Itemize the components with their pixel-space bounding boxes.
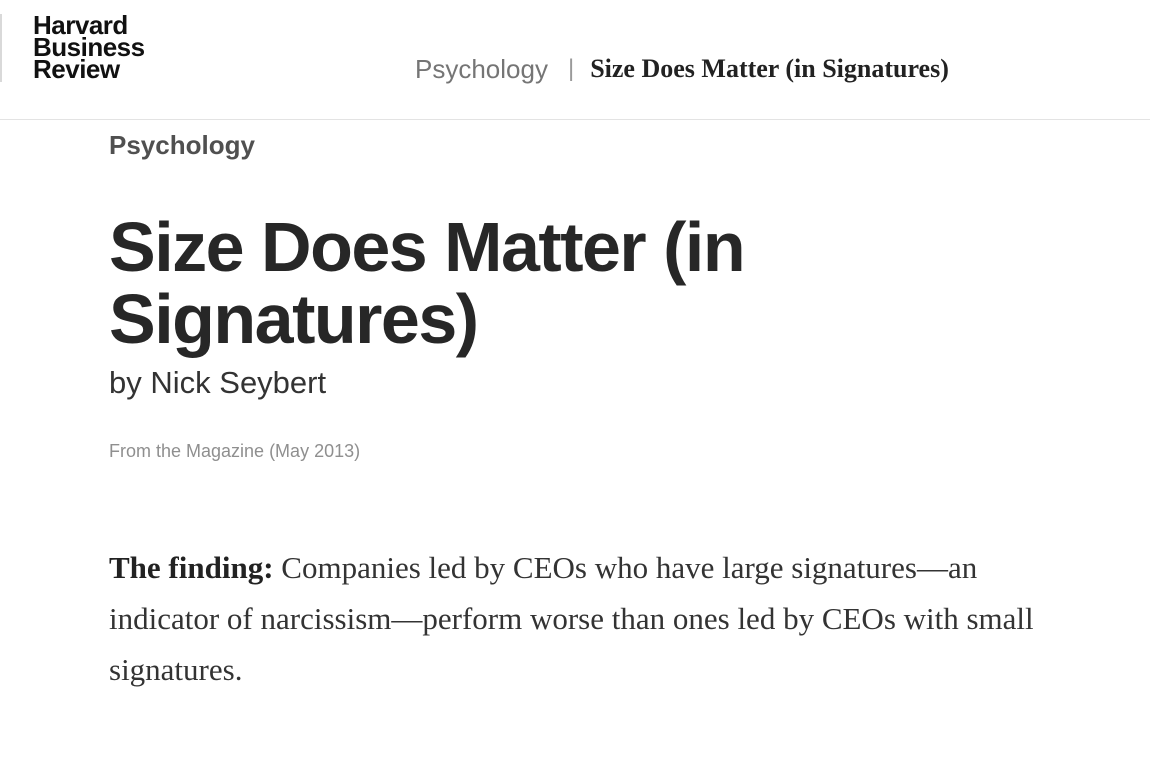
breadcrumb-article-title: Size Does Matter (in Signatures) [590, 54, 949, 83]
header-divider [0, 14, 2, 82]
breadcrumb-topic-link[interactable]: Psychology [415, 54, 548, 85]
byline-prefix: by [109, 365, 142, 400]
breadcrumb: Psychology | Size Does Matter (in Signat… [415, 52, 949, 86]
article-byline: by Nick Seybert [109, 363, 1089, 403]
author-link[interactable]: Nick Seybert [150, 365, 326, 400]
hbr-logo[interactable]: Harvard Business Review [33, 12, 145, 82]
article-headline: Size Does Matter (in Signatures) [109, 208, 746, 358]
article-topic-link[interactable]: Psychology [109, 130, 255, 161]
magazine-issue-label: From the Magazine (May 2013) [109, 441, 361, 461]
article: Psychology Size Does Matter (in Signatur… [109, 130, 1089, 777]
finding-label: The finding: [109, 550, 274, 585]
article-next-paragraph-cut-off [109, 737, 1089, 777]
breadcrumb-separator: | [567, 55, 575, 82]
site-header: Harvard Business Review Psychology | Siz… [0, 0, 1150, 120]
article-paragraph: The finding: Companies led by CEOs who h… [109, 542, 1069, 695]
